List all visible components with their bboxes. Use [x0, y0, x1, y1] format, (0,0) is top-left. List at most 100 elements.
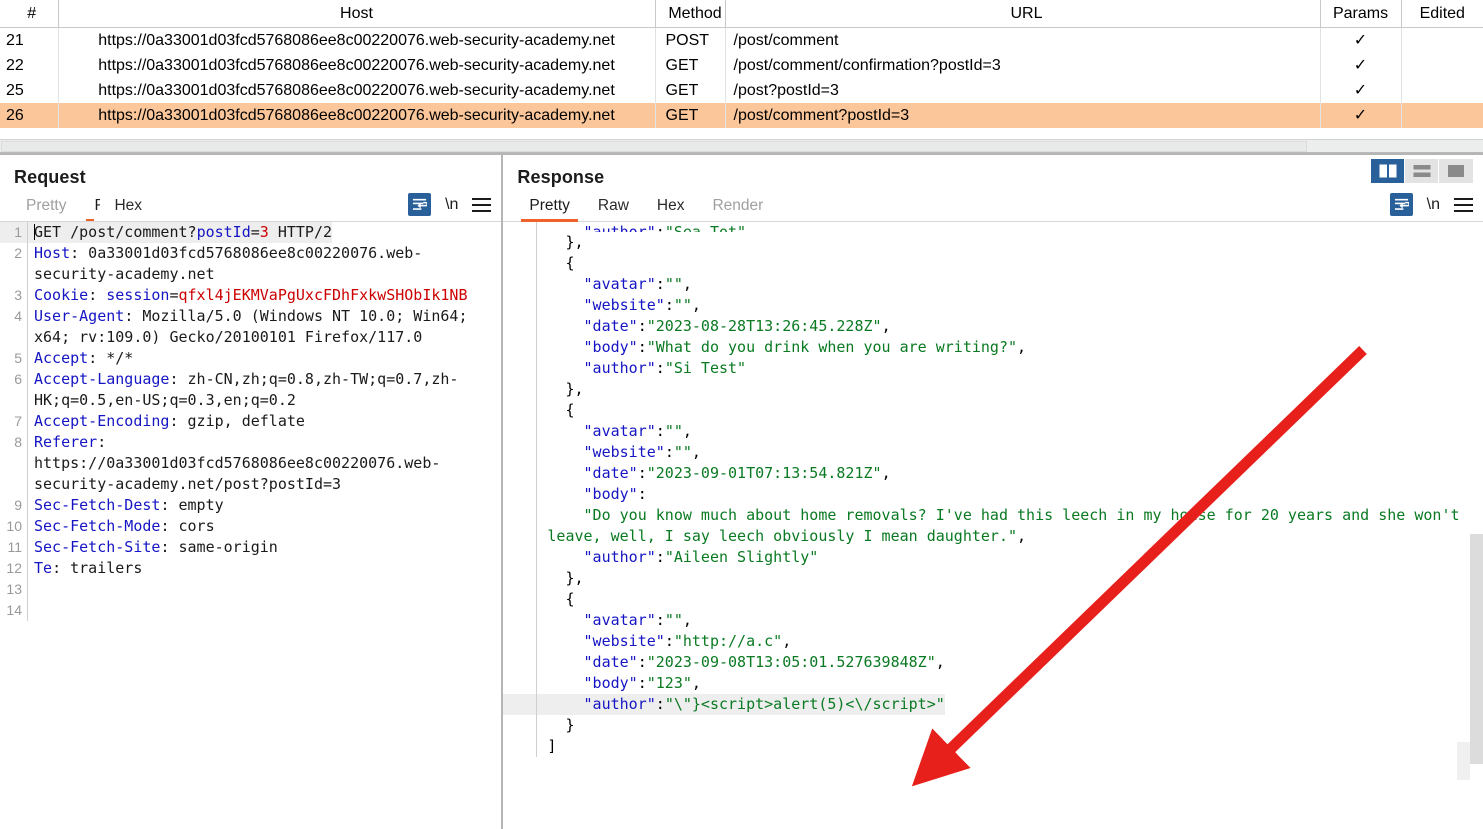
history-scrollbar-thumb[interactable] — [1, 141, 1307, 152]
response-line-content[interactable]: "body":"What do you drink when you are w… — [537, 337, 1027, 358]
response-line-content[interactable]: }, — [537, 232, 583, 253]
hamburger-menu-icon[interactable] — [472, 197, 492, 212]
layout-single-pane-button[interactable] — [1439, 159, 1473, 183]
line-number: 1 — [0, 222, 28, 243]
request-line-content[interactable]: Referer: https://0a33001d03fcd5768086ee8… — [28, 432, 501, 495]
response-line-content[interactable]: ] — [537, 736, 556, 757]
line-number: 6 — [0, 369, 28, 411]
table-row[interactable]: 21 https://0a33001d03fcd5768086ee8c002200… — [0, 27, 1483, 53]
response-line-content[interactable]: "avatar":"", — [537, 610, 692, 631]
response-line-content[interactable]: "body":"123", — [537, 673, 701, 694]
request-line-content[interactable]: GET /post/comment?postId=3 HTTP/2 — [28, 222, 333, 243]
response-line-content[interactable]: }, — [537, 379, 583, 400]
code-token: "" — [664, 275, 683, 293]
response-line-content[interactable]: "date":"2023-08-28T13:26:45.228Z", — [537, 316, 891, 337]
table-row[interactable]: 22 https://0a33001d03fcd5768086ee8c002200… — [0, 53, 1483, 78]
request-line-content[interactable]: Accept-Encoding: gzip, deflate — [28, 411, 305, 432]
code-token: qfxl4jEKMVaPgUxcFDhFxkwSHObIk1NB — [178, 286, 468, 304]
tab-response-pretty[interactable]: Pretty — [515, 197, 583, 222]
request-line-content[interactable]: Host: 0a33001d03fcd5768086ee8c00220076.w… — [28, 243, 501, 285]
table-row[interactable]: 25 https://0a33001d03fcd5768086ee8c002200… — [0, 78, 1483, 103]
request-line: 2 Host: 0a33001d03fcd5768086ee8c00220076.… — [0, 243, 501, 285]
code-token: "http://a.c" — [673, 632, 783, 650]
response-line-content[interactable]: "author":"Aileen Slightly" — [537, 547, 819, 568]
code-token: : — [655, 611, 665, 629]
column-header-edited[interactable]: Edited — [1401, 0, 1483, 28]
response-editor[interactable]: "author":"Sea Tot" }, { "avatar":"", "we… — [503, 222, 1483, 829]
cell-number: 21 — [0, 27, 59, 53]
tab-request-raw[interactable]: R — [80, 197, 100, 221]
column-header-method[interactable]: Method — [655, 0, 726, 28]
code-token: = — [169, 286, 179, 304]
code-token: , — [1017, 338, 1027, 356]
history-horizontal-scrollbar[interactable] — [0, 139, 1483, 153]
column-header-params[interactable]: Params — [1320, 0, 1402, 28]
word-wrap-icon[interactable] — [408, 193, 432, 216]
request-line-content[interactable] — [28, 579, 43, 600]
response-line-content[interactable]: "website":"", — [537, 442, 701, 463]
table-row[interactable]: 26 https://0a33001d03fcd5768086ee8c002200… — [0, 103, 1483, 128]
column-header-url[interactable]: URL — [725, 0, 1321, 28]
cell-url: /post/comment — [725, 27, 1321, 53]
column-header-number[interactable]: # — [0, 0, 59, 28]
line-gutter — [503, 222, 538, 232]
response-line-content[interactable]: "website":"", — [537, 295, 701, 316]
request-line-content[interactable] — [28, 600, 43, 621]
layout-split-horizontal-button[interactable] — [1405, 159, 1439, 183]
response-line-content[interactable]: "author":"\"}<script>alert(5)<\/script>" — [537, 694, 945, 715]
tab-response-hex[interactable]: Hex — [643, 197, 699, 221]
response-line: "Do you know much about home removals? I… — [503, 505, 1483, 547]
response-vertical-scrollbar[interactable] — [1457, 222, 1483, 829]
request-line-content[interactable]: Te: trailers — [28, 558, 142, 579]
response-line-content[interactable]: { — [537, 589, 574, 610]
response-line-content[interactable]: "author":"Si Test" — [537, 358, 747, 379]
cell-host: https://0a33001d03fcd5768086ee8c00220076… — [58, 103, 656, 128]
word-wrap-icon[interactable] — [1389, 193, 1413, 216]
response-line: "body":"What do you drink when you are w… — [503, 337, 1483, 358]
layout-toggle-group[interactable] — [1371, 159, 1473, 183]
response-line-content[interactable]: "avatar":"", — [537, 421, 692, 442]
line-gutter — [503, 736, 538, 757]
code-token: : 0a33001d03fcd5768086ee8c00220076.web-s… — [34, 244, 423, 283]
tab-request-hex[interactable]: Hex — [100, 197, 156, 221]
response-line-content[interactable]: }, — [537, 568, 583, 589]
code-token: Te — [34, 559, 53, 577]
response-scrollbar-thumb[interactable] — [1470, 534, 1483, 764]
response-line-content[interactable]: "author":"Sea Tot" — [537, 222, 747, 232]
request-line-content[interactable]: Sec-Fetch-Mode: cors — [28, 516, 215, 537]
request-line-content[interactable]: Cookie: session=qfxl4jEKMVaPgUxcFDhFxkwS… — [28, 285, 467, 306]
request-tabbar[interactable]: Pretty R Hex \n — [0, 188, 502, 222]
response-line-content[interactable]: "date":"2023-09-01T07:13:54.821Z", — [537, 463, 891, 484]
request-line-content[interactable]: Accept-Language: zh-CN,zh;q=0.8,zh-TW;q=… — [28, 369, 501, 411]
cell-edited — [1401, 78, 1483, 103]
tab-response-render[interactable]: Render — [698, 197, 777, 221]
response-line-content[interactable]: { — [537, 400, 574, 421]
request-line-content[interactable]: Accept: */* — [28, 348, 133, 369]
response-line-content[interactable]: "date":"2023-09-08T13:05:01.527639848Z", — [537, 652, 945, 673]
request-line-content[interactable]: User-Agent: Mozilla/5.0 (Windows NT 10.0… — [28, 306, 501, 348]
response-line-content[interactable]: "body": — [537, 484, 647, 505]
layout-split-vertical-button[interactable] — [1371, 159, 1405, 183]
column-header-host[interactable]: Host — [58, 0, 656, 28]
hamburger-menu-icon[interactable] — [1454, 197, 1473, 212]
tab-request-pretty[interactable]: Pretty — [12, 197, 80, 221]
request-line-content[interactable]: Sec-Fetch-Site: same-origin — [28, 537, 278, 558]
response-line-content[interactable]: { — [537, 253, 574, 274]
request-editor[interactable]: 1 GET /post/comment?postId=3 HTTP/2 2 Host:… — [0, 222, 501, 829]
line-number: 9 — [0, 495, 28, 516]
newline-toggle[interactable]: \n — [445, 196, 458, 214]
response-line-content[interactable]: "website":"http://a.c", — [537, 631, 792, 652]
code-token: User-Agent — [34, 307, 125, 325]
code-token: : — [637, 317, 647, 335]
code-token: "avatar" — [583, 275, 656, 293]
newline-toggle[interactable]: \n — [1427, 196, 1440, 214]
response-line-content[interactable]: "avatar":"", — [537, 274, 692, 295]
response-line-content[interactable]: } — [537, 715, 574, 736]
proxy-history-table[interactable]: # Host Method URL Params Edited 21 https:… — [0, 0, 1483, 153]
line-number: 3 — [0, 285, 28, 306]
response-tabbar[interactable]: Pretty Raw Hex Render \n — [503, 188, 1483, 222]
response-line-content[interactable]: "Do you know much about home removals? I… — [537, 505, 1483, 547]
tab-response-raw[interactable]: Raw — [584, 197, 643, 221]
request-line-content[interactable]: Sec-Fetch-Dest: empty — [28, 495, 224, 516]
code-token: , — [691, 443, 701, 461]
